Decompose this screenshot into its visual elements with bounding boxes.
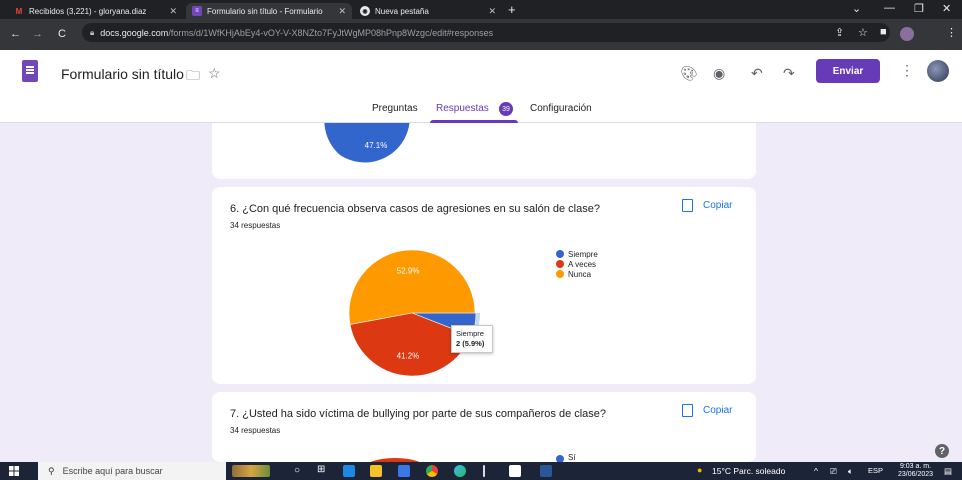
side-panel-icon[interactable]: ■ (880, 26, 887, 38)
cortana-icon[interactable]: ○ (294, 465, 300, 476)
close-window-icon[interactable]: ✕ (942, 2, 951, 15)
question-card-partial: 47.1% (212, 109, 756, 179)
url-host: docs.google.com (100, 27, 169, 38)
restore-icon[interactable]: ❐ (914, 2, 924, 15)
tab-forms[interactable]: ≡ Formulario sin título - Formulario ✕ (186, 3, 352, 19)
pie-slice-label: 41.2% (397, 352, 420, 361)
legend-label: Nunca (568, 269, 592, 279)
legend-label: A veces (568, 259, 597, 269)
pie-chart-partial: 47.1% (324, 109, 410, 163)
windows-taskbar: ⚲ Escribe aquí para buscar ○ ⊞ ● 15°C Pa… (0, 462, 962, 480)
weather-icon[interactable]: ● (697, 465, 702, 475)
clock-time: 9:03 a. m. (899, 463, 932, 470)
tab-new[interactable]: ◉ Nueva pestaña ✕ (354, 3, 502, 19)
question-card-7: 7. ¿Usted ha sido víctima de bullying po… (212, 392, 756, 462)
legend-dot-icon (556, 270, 564, 278)
network-icon[interactable]: ⎚ (830, 466, 837, 477)
responses-count-badge: 39 (499, 102, 513, 116)
more-options-icon[interactable]: ⋮ (900, 62, 914, 79)
close-icon[interactable]: ✕ (169, 6, 177, 17)
reload-icon[interactable]: C (58, 28, 66, 40)
minimize-icon[interactable]: — (884, 2, 895, 14)
form-title[interactable]: Formulario sin título (61, 66, 184, 82)
file-explorer-icon[interactable] (370, 465, 382, 477)
edge-icon[interactable] (454, 465, 466, 477)
question-card-6: 6. ¿Con qué frecuencia observa casos de … (212, 187, 756, 384)
chrome-menu-icon[interactable]: ⋮ (946, 26, 957, 39)
legend-item: Nunca (556, 269, 598, 279)
profile-avatar[interactable] (900, 27, 914, 41)
avatar[interactable] (927, 60, 949, 82)
close-icon[interactable]: ✕ (338, 6, 346, 17)
new-tab-button[interactable]: + (508, 2, 516, 17)
bookmark-star-icon[interactable]: ☆ (858, 26, 868, 39)
palette-icon[interactable]: 🎨︎ (680, 65, 698, 82)
notification-icon[interactable]: ▤ (944, 466, 952, 477)
tab-configuracion[interactable]: Configuración (530, 103, 592, 114)
volume-icon[interactable]: 🔈︎ (848, 466, 853, 477)
language-indicator[interactable]: ESP (868, 466, 883, 475)
search-icon: ⚲ (48, 465, 55, 476)
legend-dot-icon (556, 455, 564, 462)
tab-respuestas[interactable]: Respuestas (436, 103, 489, 114)
close-icon[interactable]: ✕ (488, 6, 496, 17)
legend-item: A veces (556, 259, 598, 269)
forward-icon[interactable]: → (32, 28, 43, 40)
word-icon[interactable] (540, 465, 552, 477)
weather-text[interactable]: 15°C Parc. soleado (712, 466, 785, 476)
clock[interactable]: 9:03 a. m. 23/06/2023 (898, 463, 933, 479)
pie-slice-nunca[interactable] (348, 249, 476, 325)
folder-icon[interactable]: 🗀 (186, 65, 200, 89)
tab-preguntas[interactable]: Preguntas (372, 103, 418, 114)
browser-toolbar: ← → C 🔒︎ docs.google.com/forms/d/1WfKHjA… (0, 19, 962, 50)
chrome-app-icon[interactable] (426, 465, 438, 477)
address-bar[interactable]: 🔒︎ docs.google.com/forms/d/1WfKHjAbEy4-v… (82, 23, 890, 42)
task-view-icon[interactable]: ⊞ (317, 464, 325, 475)
windows-start-icon[interactable] (9, 466, 19, 476)
pie-slice-label: 52.9% (397, 266, 420, 275)
redo-icon[interactable]: ↷ (783, 65, 795, 82)
pie-chart[interactable]: 41.2% 52.9% (212, 187, 756, 384)
chart-legend: Siempre A veces Nunca (556, 249, 598, 279)
search-placeholder: Escribe aquí para buscar (62, 466, 163, 476)
tab-label: Formulario sin título - Formulario (207, 6, 323, 16)
forms-logo-icon[interactable] (22, 60, 38, 82)
star-icon[interactable]: ☆ (208, 65, 221, 82)
taskbar-search[interactable]: ⚲ Escribe aquí para buscar (38, 462, 226, 480)
pie-slice-label: 47.1% (365, 141, 388, 150)
lock-icon: 🔒︎ (90, 27, 95, 37)
send-button[interactable]: Enviar (816, 59, 880, 83)
document-app-icon[interactable] (509, 465, 521, 477)
undo-icon[interactable]: ↶ (751, 65, 763, 82)
browser-tab-strip: M Recibidos (3,221) - gloryana.diaz ✕ ≡ … (0, 0, 962, 19)
tab-label: Nueva pestaña (375, 6, 429, 16)
tooltip-value: 2 (5.9%) (456, 339, 485, 348)
clock-date: 23/06/2023 (898, 471, 934, 478)
gmail-icon: M (15, 6, 23, 16)
back-icon[interactable]: ← (10, 28, 21, 40)
url-path: /forms/d/1WfKHjAbEy4-vOY-V-X8NZto7FyJtWg… (168, 27, 494, 38)
legend-dot-icon (556, 250, 564, 258)
mail-app-icon[interactable] (343, 465, 355, 477)
legend-item: Siempre (556, 249, 598, 259)
tab-search-icon[interactable]: ⌄ (852, 2, 861, 15)
legend-label: Sí (568, 453, 576, 462)
store-icon[interactable] (398, 465, 410, 477)
legend-label: Siempre (568, 249, 598, 259)
news-widget-icon[interactable] (232, 465, 270, 477)
legend-dot-icon (556, 260, 564, 268)
tray-chevron-icon[interactable]: ^ (814, 466, 818, 476)
chrome-icon: ◉ (360, 6, 370, 16)
tab-gmail[interactable]: M Recibidos (3,221) - gloryana.diaz ✕ (8, 3, 183, 19)
tab-label: Recibidos (3,221) - gloryana.diaz (29, 6, 147, 16)
tooltip-category: Siempre (456, 329, 484, 338)
preview-eye-icon[interactable]: ◉ (713, 65, 725, 82)
share-icon[interactable]: ⇪ (835, 26, 844, 39)
chart-tooltip: Siempre 2 (5.9%) (451, 325, 493, 353)
forms-header: Formulario sin título 🗀 ☆ 🎨︎ ◉ ↶ ↷ Envia… (0, 50, 962, 123)
help-icon[interactable]: ? (935, 444, 949, 458)
pie-chart-partial: Sí (370, 453, 576, 462)
taskbar-separator (483, 465, 485, 477)
forms-icon: ≡ (192, 6, 202, 16)
